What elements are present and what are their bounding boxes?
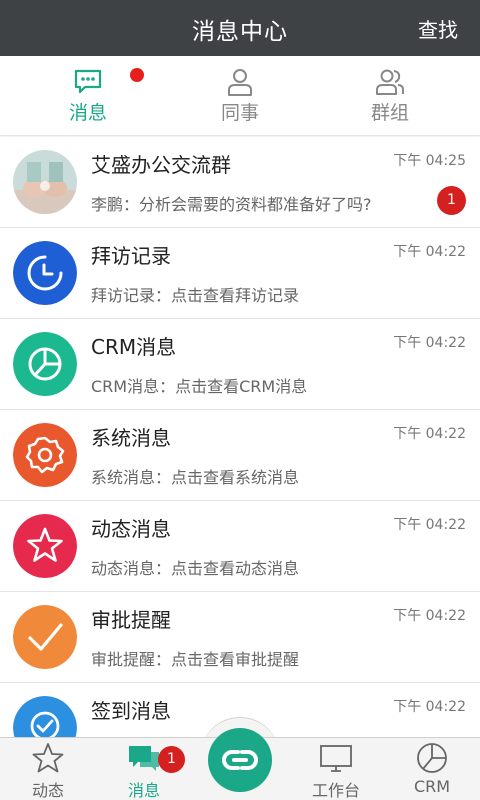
list-item[interactable]: 系统消息 下午 04:22 系统消息：点击查看系统消息 bbox=[0, 410, 480, 501]
conversation-name: 动态消息 bbox=[91, 517, 171, 541]
page-title: 消息中心 bbox=[192, 19, 288, 45]
star-icon bbox=[13, 514, 77, 578]
nav-label: 动态 bbox=[31, 781, 64, 800]
unread-badge: 1 bbox=[158, 746, 185, 773]
gear-icon bbox=[13, 423, 77, 487]
timestamp: 下午 04:22 bbox=[393, 335, 466, 351]
visit-record-avatar bbox=[13, 241, 77, 305]
star-outline-icon bbox=[32, 743, 64, 773]
conversation-name: 审批提醒 bbox=[91, 608, 171, 632]
message-list: 艾盛办公交流群 下午 04:25 李鹏：分析会需要的资料都准备好了吗? 1 拜访… bbox=[0, 137, 480, 737]
nav-dynamic[interactable]: 动态 bbox=[0, 738, 96, 800]
conversation-name: CRM消息 bbox=[91, 335, 177, 359]
checkin-avatar bbox=[13, 696, 77, 737]
message-preview: 审批提醒：点击查看审批提醒 bbox=[91, 650, 300, 669]
tab-colleagues[interactable]: 同事 bbox=[160, 56, 320, 136]
group-icon bbox=[376, 69, 404, 95]
conversation-name: 签到消息 bbox=[91, 699, 171, 723]
message-preview: 动态消息：点击查看动态消息 bbox=[91, 559, 300, 578]
nav-label: CRM bbox=[413, 777, 451, 796]
pie-chart-icon bbox=[13, 332, 77, 396]
chat-bubble-icon bbox=[74, 69, 102, 94]
group-avatar bbox=[13, 150, 77, 214]
tab-label: 群组 bbox=[370, 102, 409, 124]
chat-bubbles-icon bbox=[129, 746, 159, 771]
person-icon bbox=[228, 69, 252, 96]
timestamp: 下午 04:22 bbox=[393, 699, 466, 715]
check-icon bbox=[13, 605, 77, 669]
nav-crm[interactable]: CRM bbox=[384, 738, 480, 800]
message-preview: 李鹏：分析会需要的资料都准备好了吗? bbox=[91, 195, 372, 214]
system-avatar bbox=[13, 423, 77, 487]
message-preview: 拜访记录：点击查看拜访记录 bbox=[91, 286, 300, 305]
conversation-name: 系统消息 bbox=[91, 426, 171, 450]
tab-groups[interactable]: 群组 bbox=[310, 56, 470, 136]
tab-label: 同事 bbox=[220, 102, 259, 124]
list-item[interactable]: 拜访记录 下午 04:22 拜访记录：点击查看拜访记录 bbox=[0, 228, 480, 319]
list-item[interactable]: 动态消息 下午 04:22 动态消息：点击查看动态消息 bbox=[0, 501, 480, 592]
nav-label: 消息 bbox=[127, 781, 160, 800]
timestamp: 下午 04:22 bbox=[393, 517, 466, 533]
center-action-button[interactable] bbox=[208, 728, 272, 792]
clock-icon bbox=[13, 241, 77, 305]
nav-messages[interactable]: 1 消息 bbox=[96, 738, 192, 800]
crm-avatar bbox=[13, 332, 77, 396]
conversation-name: 艾盛办公交流群 bbox=[91, 153, 231, 177]
top-app-bar: 消息中心 查找 bbox=[0, 0, 480, 56]
approval-avatar bbox=[13, 605, 77, 669]
timestamp: 下午 04:22 bbox=[393, 244, 466, 260]
timestamp: 下午 04:22 bbox=[393, 608, 466, 624]
unread-dot bbox=[130, 68, 144, 82]
link-icon bbox=[222, 750, 258, 770]
tab-messages[interactable]: 消息 bbox=[8, 56, 168, 136]
top-tabs: 消息 同事 群组 bbox=[0, 56, 480, 136]
pie-chart-outline-icon bbox=[417, 743, 447, 773]
location-check-icon bbox=[13, 696, 77, 737]
list-item[interactable]: CRM消息 下午 04:22 CRM消息：点击查看CRM消息 bbox=[0, 319, 480, 410]
message-preview: 系统消息：点击查看系统消息 bbox=[91, 468, 300, 487]
list-item[interactable]: 艾盛办公交流群 下午 04:25 李鹏：分析会需要的资料都准备好了吗? 1 bbox=[0, 137, 480, 228]
dynamic-avatar bbox=[13, 514, 77, 578]
timestamp: 下午 04:22 bbox=[393, 426, 466, 442]
message-preview: CRM消息：点击查看CRM消息 bbox=[91, 377, 308, 396]
nav-label: 工作台 bbox=[311, 781, 360, 800]
monitor-icon bbox=[320, 745, 352, 772]
tab-label: 消息 bbox=[68, 102, 107, 124]
timestamp: 下午 04:25 bbox=[393, 153, 466, 169]
conversation-name: 拜访记录 bbox=[91, 244, 171, 268]
unread-badge: 1 bbox=[437, 186, 466, 215]
search-button[interactable]: 查找 bbox=[418, 14, 458, 43]
list-item[interactable]: 审批提醒 下午 04:22 审批提醒：点击查看审批提醒 bbox=[0, 592, 480, 683]
nav-workbench[interactable]: 工作台 bbox=[288, 738, 384, 800]
